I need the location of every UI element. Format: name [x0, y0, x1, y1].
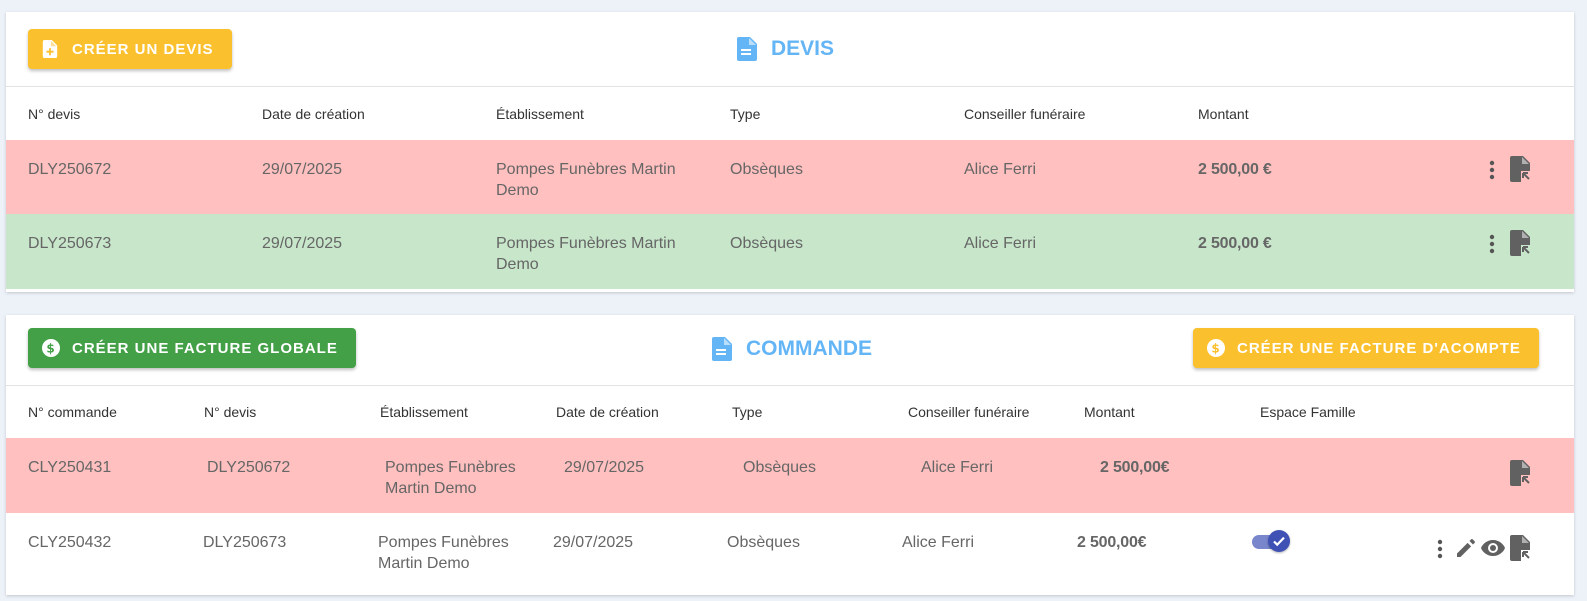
devis-numero: DLY250672 — [28, 161, 112, 178]
commande-conseiller: Alice Ferri — [902, 534, 975, 551]
commande-header: $ CRÉER UNE FACTURE GLOBALE COMMANDE $ C… — [6, 315, 1574, 386]
etablissement-line2: Demo — [496, 256, 539, 273]
devis-title: DEVIS — [737, 37, 834, 61]
col-type: Type — [730, 106, 761, 122]
devis-card: CRÉER UN DEVIS DEVIS N° devis Date de cr… — [6, 12, 1574, 292]
commande-date: 29/07/2025 — [564, 459, 645, 476]
espace-famille-toggle[interactable] — [1250, 530, 1292, 554]
file-export-icon[interactable] — [1510, 460, 1532, 486]
svg-text:$: $ — [46, 342, 55, 356]
commande-title: COMMANDE — [712, 337, 872, 361]
commande-conseiller: Alice Ferri — [921, 459, 994, 476]
more-vert-icon[interactable] — [1486, 158, 1498, 182]
etablissement-line2: Martin Demo — [385, 480, 477, 497]
col-montant: Montant — [1084, 404, 1135, 420]
create-devis-label: CRÉER UN DEVIS — [72, 40, 214, 58]
devis-numero: DLY250673 — [28, 235, 112, 252]
commande-montant: 2 500,00€ — [1077, 534, 1147, 551]
col-date-creation: Date de création — [556, 404, 659, 420]
commande-devis: DLY250672 — [207, 459, 291, 476]
devis-etablissement: Pompes Funèbres Martin Demo — [496, 159, 676, 201]
file-icon — [737, 37, 757, 61]
create-facture-acompte-label: CRÉER UNE FACTURE D'ACOMPTE — [1237, 339, 1521, 357]
file-export-icon[interactable] — [1510, 156, 1532, 182]
devis-title-text: DEVIS — [771, 37, 835, 60]
commande-type: Obsèques — [743, 459, 816, 476]
svg-text:$: $ — [1211, 342, 1220, 356]
dollar-circle-icon: $ — [42, 339, 60, 357]
col-numero-devis: N° devis — [28, 106, 81, 122]
edit-icon[interactable] — [1455, 537, 1477, 559]
col-montant: Montant — [1198, 106, 1249, 122]
devis-type: Obsèques — [730, 235, 803, 252]
col-date-creation: Date de création — [262, 106, 365, 122]
col-type: Type — [732, 404, 763, 420]
commande-numero: CLY250431 — [28, 459, 112, 476]
col-conseiller: Conseiller funéraire — [908, 404, 1030, 420]
file-export-icon[interactable] — [1510, 230, 1532, 256]
commande-numero: CLY250432 — [28, 534, 112, 551]
col-numero-commande: N° commande — [28, 404, 117, 420]
create-facture-globale-label: CRÉER UNE FACTURE GLOBALE — [72, 339, 338, 357]
file-plus-icon — [42, 40, 60, 58]
devis-type: Obsèques — [730, 161, 803, 178]
commande-table-header: N° commande N° devis Établissement Date … — [6, 386, 1574, 439]
commande-date: 29/07/2025 — [553, 534, 634, 551]
devis-conseiller: Alice Ferri — [964, 235, 1037, 252]
col-numero-devis: N° devis — [204, 404, 257, 420]
commande-card: $ CRÉER UNE FACTURE GLOBALE COMMANDE $ C… — [6, 315, 1574, 595]
commande-type: Obsèques — [727, 534, 800, 551]
more-vert-icon[interactable] — [1434, 537, 1446, 561]
devis-date: 29/07/2025 — [262, 235, 343, 252]
devis-conseiller: Alice Ferri — [964, 161, 1037, 178]
etablissement-line2: Martin Demo — [378, 555, 470, 572]
table-row[interactable]: CLY250432 DLY250673 Pompes Funèbres Mart… — [6, 513, 1574, 591]
devis-date: 29/07/2025 — [262, 161, 343, 178]
check-icon — [1268, 530, 1290, 552]
dollar-circle-icon: $ — [1207, 339, 1225, 357]
more-vert-icon[interactable] — [1486, 232, 1498, 256]
eye-icon[interactable] — [1480, 539, 1506, 557]
file-export-icon[interactable] — [1510, 535, 1532, 561]
commande-etablissement: Pompes Funèbres Martin Demo — [378, 532, 509, 574]
etablissement-line1: Pompes Funèbres Martin — [496, 235, 676, 252]
devis-montant: 2 500,00 € — [1198, 235, 1272, 252]
devis-table-header: N° devis Date de création Établissement … — [6, 87, 1574, 142]
file-icon — [712, 337, 732, 361]
etablissement-line1: Pompes Funèbres Martin — [496, 161, 676, 178]
etablissement-line1: Pompes Funèbres — [378, 534, 509, 551]
etablissement-line1: Pompes Funèbres — [385, 459, 516, 476]
col-espace-famille: Espace Famille — [1260, 404, 1356, 420]
col-conseiller: Conseiller funéraire — [964, 106, 1086, 122]
commande-etablissement: Pompes Funèbres Martin Demo — [385, 457, 516, 499]
table-row[interactable]: DLY250672 29/07/2025 Pompes Funèbres Mar… — [6, 140, 1574, 214]
devis-montant: 2 500,00 € — [1198, 161, 1272, 178]
create-devis-button[interactable]: CRÉER UN DEVIS — [28, 29, 232, 69]
table-row[interactable]: CLY250431 DLY250672 Pompes Funèbres Mart… — [6, 438, 1574, 513]
commande-title-text: COMMANDE — [746, 337, 872, 360]
devis-header: CRÉER UN DEVIS DEVIS — [6, 12, 1574, 87]
create-facture-globale-button[interactable]: $ CRÉER UNE FACTURE GLOBALE — [28, 328, 356, 368]
etablissement-line2: Demo — [496, 182, 539, 199]
commande-montant: 2 500,00€ — [1100, 459, 1170, 476]
commande-devis: DLY250673 — [203, 534, 287, 551]
col-etablissement: Établissement — [380, 404, 468, 420]
col-etablissement: Établissement — [496, 106, 584, 122]
table-row[interactable]: DLY250673 29/07/2025 Pompes Funèbres Mar… — [6, 214, 1574, 289]
devis-etablissement: Pompes Funèbres Martin Demo — [496, 233, 676, 275]
create-facture-acompte-button[interactable]: $ CRÉER UNE FACTURE D'ACOMPTE — [1193, 328, 1539, 368]
